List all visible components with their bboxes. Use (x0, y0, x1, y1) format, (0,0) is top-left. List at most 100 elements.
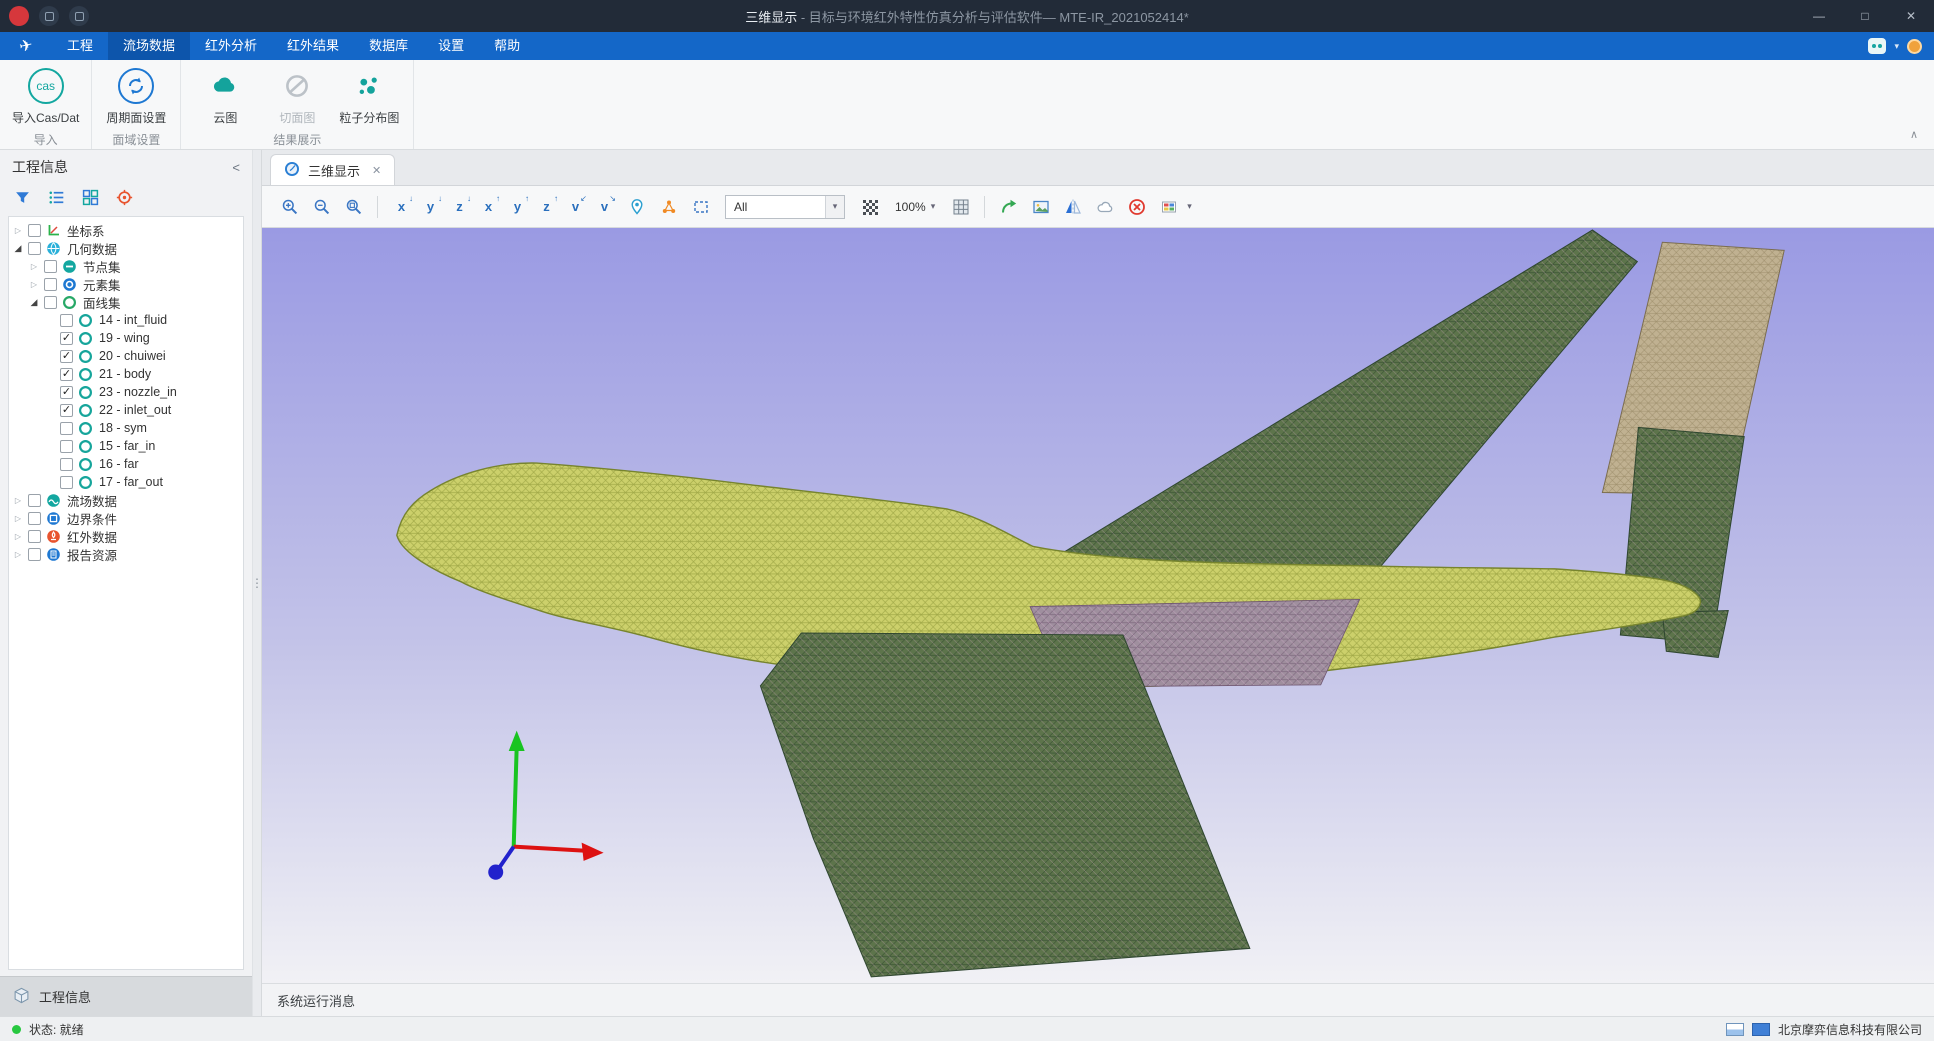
tree-item[interactable]: ▷元素集 (9, 275, 243, 293)
delete-button[interactable] (1123, 193, 1150, 220)
menu-item-ir-results[interactable]: 红外结果 (272, 32, 354, 60)
tab-close-icon[interactable]: ✕ (372, 164, 381, 177)
tree-checkbox[interactable] (60, 314, 73, 327)
tree-item[interactable]: ✓19 - wing (9, 329, 243, 347)
tree-item[interactable]: 17 - far_out (9, 473, 243, 491)
panel-splitter[interactable]: ⋮ (252, 150, 262, 1016)
filter-icon[interactable] (14, 189, 31, 211)
tree-checkbox[interactable] (60, 476, 73, 489)
tree-checkbox[interactable] (28, 512, 41, 525)
tree-item[interactable]: 16 - far (9, 455, 243, 473)
tree-checkbox[interactable]: ✓ (60, 404, 73, 417)
zoom-in-button[interactable] (276, 193, 303, 220)
tree-item[interactable]: ▷流场数据 (9, 491, 243, 509)
molecule-button[interactable] (655, 193, 682, 220)
grid-view-icon[interactable] (82, 189, 99, 211)
quickbar-icon-1[interactable] (39, 6, 59, 26)
import-cas-dat-button[interactable]: cas 导入Cas/Dat (12, 68, 79, 126)
tree-item[interactable]: ▷边界条件 (9, 509, 243, 527)
menu-item-database[interactable]: 数据库 (354, 32, 423, 60)
palette-button[interactable] (1155, 193, 1182, 220)
menu-item-help[interactable]: 帮助 (479, 32, 535, 60)
tree-checkbox[interactable]: ✓ (60, 368, 73, 381)
expand-arrow-icon[interactable]: ▷ (11, 532, 25, 541)
tree-item[interactable]: ✓23 - nozzle_in (9, 383, 243, 401)
view-v-button-8[interactable]: v↘ (591, 193, 618, 220)
combo-caret-icon[interactable]: ▾ (825, 196, 844, 218)
display-filter-combo[interactable]: All ▾ (725, 195, 845, 219)
tree-item[interactable]: ◢面线集 (9, 293, 243, 311)
export-view-button[interactable] (995, 193, 1022, 220)
zoom-fit-button[interactable] (340, 193, 367, 220)
tree-checkbox[interactable] (44, 260, 57, 273)
taskbar-icon-1[interactable] (1726, 1023, 1744, 1036)
view-v-button-7[interactable]: v↙ (562, 193, 589, 220)
palette-caret-icon[interactable]: ▾ (1187, 201, 1192, 212)
tree-item[interactable]: ▷红外数据 (9, 527, 243, 545)
panel-bottom-tab[interactable]: 工程信息 (0, 976, 252, 1016)
tree-checkbox[interactable]: ✓ (60, 386, 73, 399)
locate-icon[interactable] (116, 189, 133, 211)
view-x-button-1[interactable]: x↓ (388, 193, 415, 220)
expand-arrow-icon[interactable]: ▷ (11, 550, 25, 559)
viewport-3d[interactable] (262, 228, 1934, 983)
menu-item-flowfield[interactable]: 流场数据 (108, 32, 190, 60)
minimize-button[interactable]: — (1796, 0, 1842, 32)
list-icon[interactable] (48, 189, 65, 211)
ribbon-collapse-icon[interactable]: ∧ (1910, 128, 1918, 141)
expand-arrow-icon[interactable]: ◢ (11, 243, 25, 254)
tree-item[interactable]: 15 - far_in (9, 437, 243, 455)
tree-checkbox[interactable] (28, 224, 41, 237)
tree-checkbox[interactable] (28, 530, 41, 543)
tree-item[interactable]: ✓21 - body (9, 365, 243, 383)
periodic-face-button[interactable]: 周期面设置 (104, 68, 168, 126)
tree-checkbox[interactable] (60, 422, 73, 435)
tab-3d-view[interactable]: 三维显示 ✕ (270, 154, 395, 185)
tree-checkbox[interactable]: ✓ (60, 332, 73, 345)
cloud-display-button[interactable] (1091, 193, 1118, 220)
close-button[interactable]: ✕ (1888, 0, 1934, 32)
expand-arrow-icon[interactable]: ◢ (27, 297, 41, 308)
dither-button[interactable] (856, 193, 883, 220)
tree-item[interactable]: ▷报告资源 (9, 545, 243, 563)
expand-arrow-icon[interactable]: ▷ (11, 514, 25, 523)
zoom-percent-combo[interactable]: 100% ▾ (888, 200, 942, 214)
zoom-out-button[interactable] (308, 193, 335, 220)
assistant-icon[interactable] (1868, 38, 1886, 54)
view-z-button-3[interactable]: z↓ (446, 193, 473, 220)
view-y-button-2[interactable]: y↓ (417, 193, 444, 220)
taskbar-icon-2[interactable] (1752, 1023, 1770, 1036)
locate-pin-button[interactable] (623, 193, 650, 220)
tree-item[interactable]: 18 - sym (9, 419, 243, 437)
message-bar[interactable]: 系统运行消息 (262, 983, 1934, 1016)
grid-button[interactable] (947, 193, 974, 220)
view-z-button-6[interactable]: z↑ (533, 193, 560, 220)
tree-checkbox[interactable]: ✓ (60, 350, 73, 363)
mirror-button[interactable] (1059, 193, 1086, 220)
view-x-button-4[interactable]: x↑ (475, 193, 502, 220)
expand-arrow-icon[interactable]: ▷ (11, 226, 25, 235)
notice-icon[interactable] (1907, 39, 1922, 54)
tree-checkbox[interactable] (44, 296, 57, 309)
tree-item[interactable]: 14 - int_fluid (9, 311, 243, 329)
tree-checkbox[interactable] (28, 242, 41, 255)
tree-checkbox[interactable] (28, 494, 41, 507)
menu-caret-icon[interactable]: ▾ (1894, 41, 1899, 52)
quickbar-icon-2[interactable] (69, 6, 89, 26)
tree-item[interactable]: ◢几何数据 (9, 239, 243, 257)
snapshot-button[interactable] (1027, 193, 1054, 220)
tree-checkbox[interactable] (44, 278, 57, 291)
tree-checkbox[interactable] (60, 440, 73, 453)
tree-item[interactable]: ✓22 - inlet_out (9, 401, 243, 419)
menu-item-settings[interactable]: 设置 (423, 32, 479, 60)
tree-item[interactable]: ▷节点集 (9, 257, 243, 275)
tree-item[interactable]: ▷坐标系 (9, 221, 243, 239)
expand-arrow-icon[interactable]: ▷ (27, 280, 41, 289)
tree-checkbox[interactable] (28, 548, 41, 561)
menu-item-project[interactable]: 工程 (52, 32, 108, 60)
menu-item-ir-analysis[interactable]: 红外分析 (190, 32, 272, 60)
expand-arrow-icon[interactable]: ▷ (11, 496, 25, 505)
expand-arrow-icon[interactable]: ▷ (27, 262, 41, 271)
cloud-contour-button[interactable]: 云图 (193, 68, 257, 126)
tree-checkbox[interactable] (60, 458, 73, 471)
